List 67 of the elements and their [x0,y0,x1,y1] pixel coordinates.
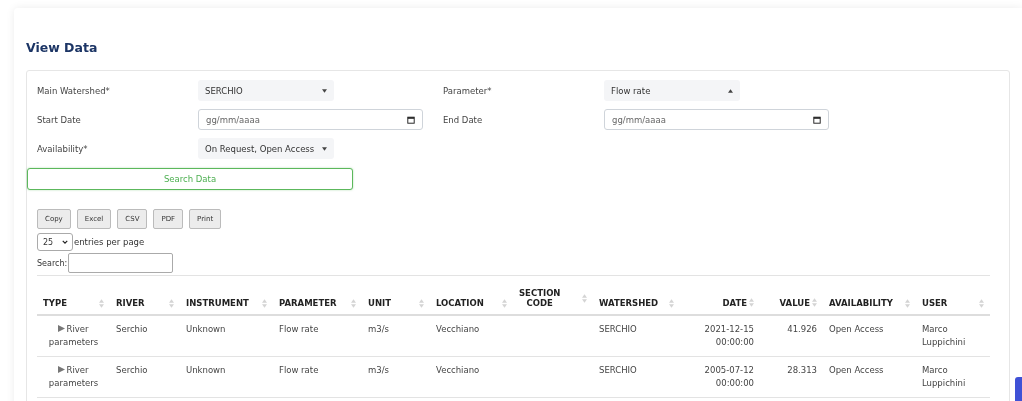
table-cell: SERCHIO [599,324,637,334]
sort-icon[interactable] [262,298,267,308]
table-cell[interactable]: River parameters [43,323,104,349]
search-label: Search: [37,258,68,268]
table-cell: Marco Luppichini [922,324,966,347]
table-cell: 2005-07-12 00:00:00 [704,365,754,388]
select-field[interactable]: Flow rate [604,80,740,101]
column-header[interactable]: PARAMETER [279,298,337,308]
table-cell[interactable]: River parameters [43,364,104,390]
sort-icon[interactable] [812,298,817,307]
sort-icon[interactable] [905,298,910,308]
chevron-icon [62,240,68,244]
column-header[interactable]: AVAILABILITY [829,298,893,308]
date-field[interactable]: gg/mm/aaaa [198,109,423,130]
sort-icon[interactable] [979,298,984,308]
field-label: End Date [443,114,484,125]
select-field[interactable]: On Request, Open Access [198,138,334,159]
field-label: Availability* [37,143,89,154]
column-header[interactable]: UNIT [368,298,391,308]
page-title: View Data [26,40,99,55]
table-cell: Unknown [186,324,226,334]
table-cell: Open Access [829,365,884,375]
sort-icon[interactable] [169,298,174,308]
sort-icon[interactable] [351,298,356,308]
search-field[interactable] [68,253,174,273]
table-cell: Unknown [186,365,226,375]
page-size-label: entries per page [74,237,145,247]
column-header[interactable]: VALUE [779,298,810,308]
table-cell: 2021-12-15 00:00:00 [704,324,754,347]
table-cell: Flow rate [279,365,319,375]
table-cell: m3/s [368,324,389,334]
sort-icon[interactable] [502,298,507,308]
table-cell: Vecchiano [436,365,480,375]
column-header[interactable]: TYPE [43,298,67,308]
column-header[interactable]: DATE [722,298,747,308]
table-cell: SERCHIO [599,365,637,375]
table-cell: 41.926 [787,324,817,334]
sort-icon[interactable] [419,298,424,308]
sort-icon[interactable] [99,298,104,308]
table-cell: Serchio [116,365,148,375]
table-cell: Flow rate [279,324,319,334]
select-field[interactable]: SERCHIO [198,80,334,101]
sort-icon[interactable] [669,298,674,308]
date-field[interactable]: gg/mm/aaaa [604,109,829,130]
calendar-icon [813,115,821,124]
field-label: Parameter* [443,85,493,96]
expand-icon[interactable] [58,325,66,332]
page-size-select[interactable]: 25 [37,233,73,251]
column-header[interactable]: RIVER [116,298,145,308]
column-header[interactable]: USER [922,298,948,308]
column-header[interactable]: SECTION CODE [519,288,561,308]
field-label: Start Date [37,114,82,125]
sort-icon[interactable] [582,293,587,303]
field-label: Main Watershed* [37,85,111,96]
calendar-icon [407,115,415,124]
table-cell: Serchio [116,324,148,334]
column-header[interactable]: WATERSHED [599,298,659,308]
expand-icon[interactable] [58,366,66,373]
floating-button[interactable] [1015,377,1022,401]
table-cell: Open Access [829,324,884,334]
table-cell: m3/s [368,365,389,375]
column-header[interactable]: LOCATION [436,298,484,308]
table-cell: Marco Luppichini [922,365,966,388]
sort-icon[interactable] [749,298,754,307]
column-header[interactable]: INSTRUMENT [186,298,249,308]
table-cell: 28.313 [787,365,817,375]
table-cell: Vecchiano [436,324,480,334]
